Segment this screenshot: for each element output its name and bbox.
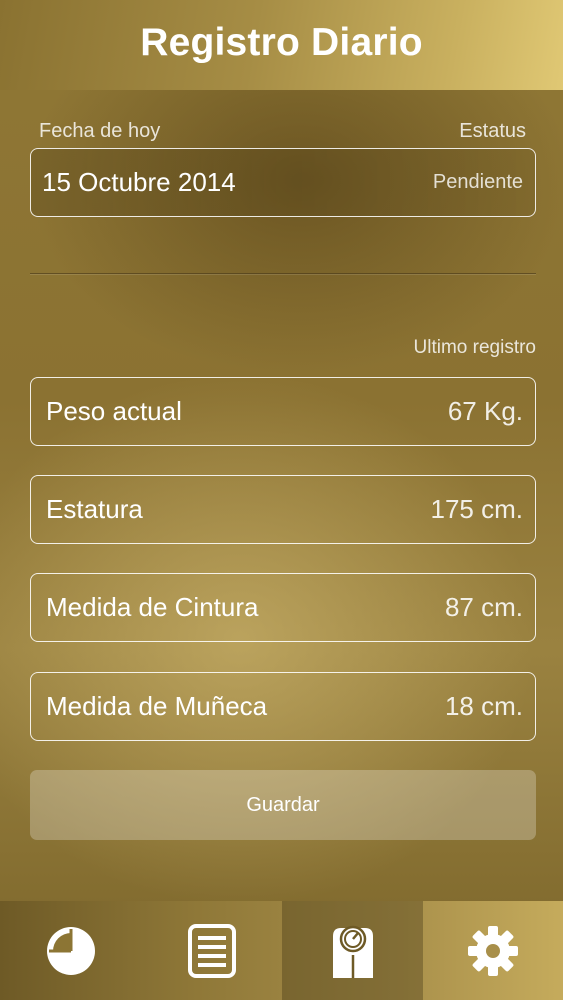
- list-icon: [187, 923, 236, 978]
- tab-list[interactable]: [141, 901, 282, 1000]
- tab-stats[interactable]: [0, 901, 141, 1000]
- field-value: 175 cm.: [430, 494, 524, 524]
- today-date-value: 15 Octubre 2014: [42, 167, 236, 197]
- page-title: Registro Diario: [140, 21, 423, 64]
- field-name: Medida de Muñeca: [46, 691, 268, 721]
- daily-log-screen: Registro Diario Fecha de hoy Estatus 15 …: [0, 0, 563, 1000]
- scale-icon: [332, 925, 373, 978]
- field-value: 18 cm.: [444, 691, 523, 721]
- pie-chart-icon: [46, 926, 95, 975]
- height-field[interactable]: Estatura 175 cm.: [30, 475, 536, 544]
- waist-field[interactable]: Medida de Cintura 87 cm.: [30, 573, 536, 642]
- weight-field[interactable]: Peso actual 67 Kg.: [30, 377, 536, 446]
- app-header: Registro Diario: [0, 0, 563, 90]
- today-date-field[interactable]: 15 Octubre 2014 Pendiente: [30, 148, 536, 217]
- status-value: Pendiente: [432, 171, 523, 193]
- field-name: Peso actual: [46, 396, 182, 426]
- field-value: 87 cm.: [444, 592, 523, 622]
- date-label: Fecha de hoy: [39, 120, 161, 142]
- field-name: Medida de Cintura: [46, 592, 259, 622]
- gear-icon: [468, 925, 518, 976]
- section-divider: [30, 273, 536, 274]
- tab-scale[interactable]: [282, 901, 423, 1000]
- status-label: Estatus: [459, 120, 526, 142]
- save-button[interactable]: Guardar: [30, 770, 536, 840]
- last-record-label: Ultimo registro: [413, 337, 536, 358]
- tab-settings[interactable]: [423, 901, 563, 1000]
- wrist-field[interactable]: Medida de Muñeca 18 cm.: [30, 672, 536, 741]
- field-value: 67 Kg.: [447, 396, 523, 426]
- field-name: Estatura: [46, 494, 143, 524]
- bottom-tab-bar: [0, 901, 563, 1000]
